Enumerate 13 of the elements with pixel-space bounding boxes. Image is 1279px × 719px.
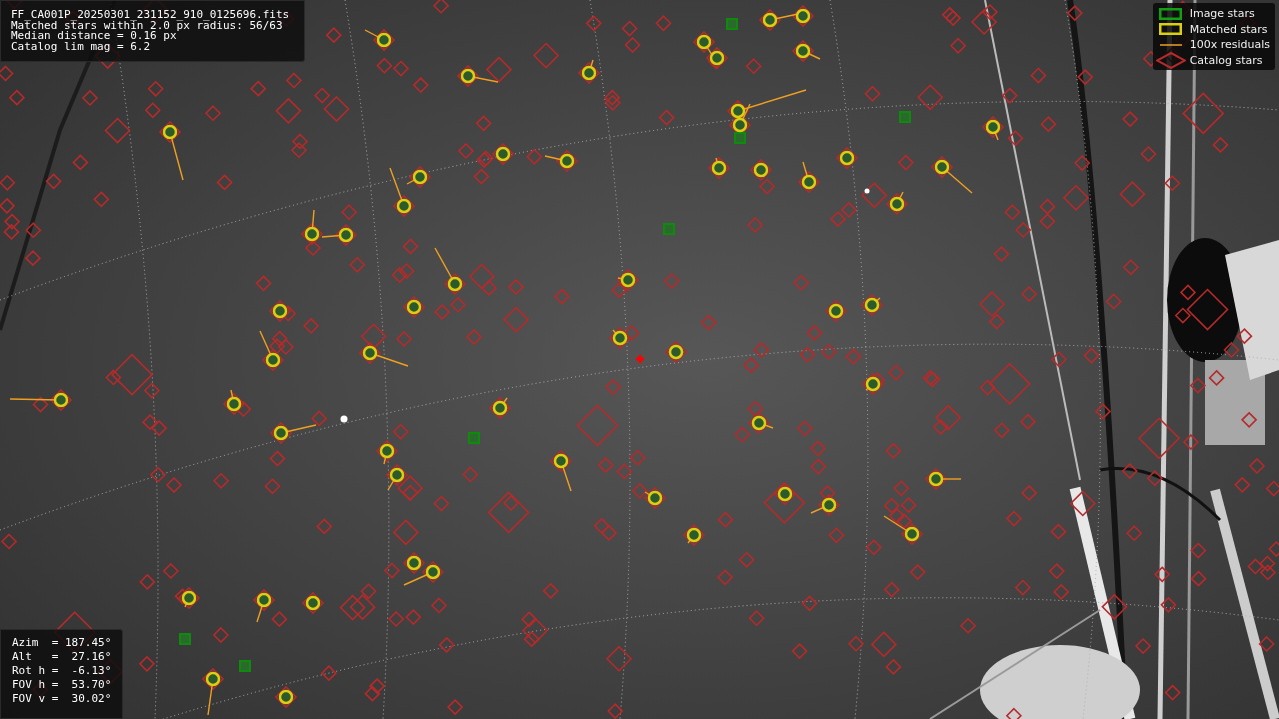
legend-label: Matched stars	[1189, 22, 1268, 36]
legend-label: 100x residuals	[1189, 38, 1270, 52]
info-text: Matched stars within 2.0 px radius: 56/63	[11, 20, 283, 31]
info-text: Catalog lim mag = 6.2	[11, 41, 152, 52]
pointing-text: Alt = 27.16°	[12, 650, 113, 664]
pointing-text: Azim = 187.45°	[12, 636, 113, 650]
pointing-text: Rot h = -6.13°	[12, 664, 113, 678]
legend-label: Catalog stars	[1189, 53, 1263, 67]
pointing-text: FOV v = 30.02°	[12, 692, 113, 706]
info-text: Median distance = 0.16 px	[11, 31, 177, 42]
legend-label: Image stars	[1189, 7, 1255, 21]
info-text: FF_CA001P_20250301_231152_910_0125696.fits	[11, 10, 291, 21]
pointing-text: FOV h = 53.70°	[12, 678, 113, 692]
